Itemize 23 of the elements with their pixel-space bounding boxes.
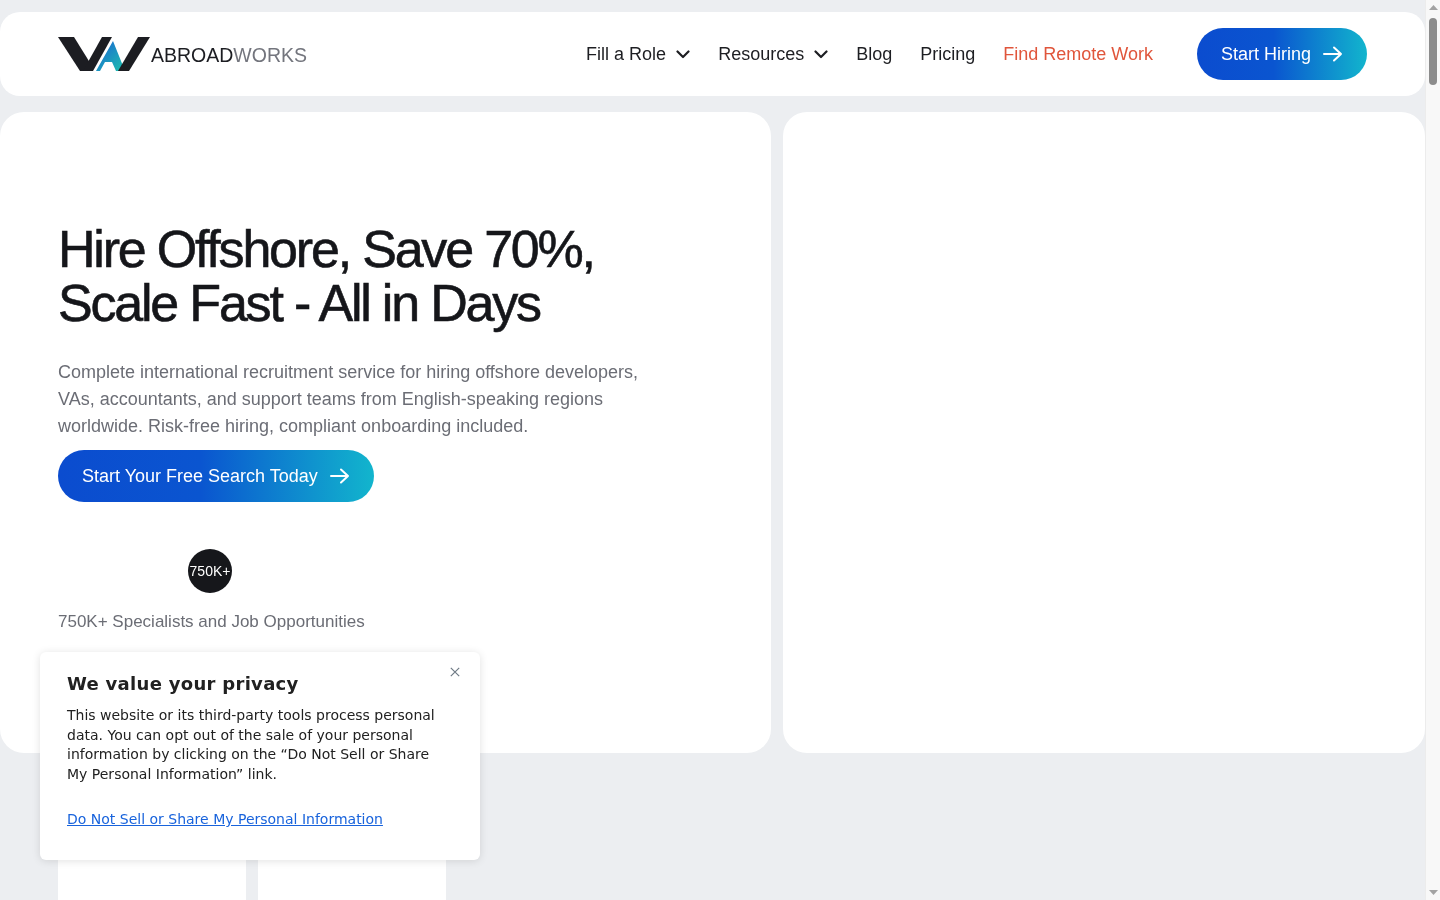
- hero-heading: Hire Offshore, Save 70%, Scale Fast - All in Days: [58, 222, 595, 330]
- cookie-title: We value your privacy: [67, 672, 300, 696]
- scroll-up-icon[interactable]: [1428, 5, 1438, 10]
- scrollbar-thumb[interactable]: [1429, 18, 1437, 85]
- arrow-right-icon: [1323, 46, 1343, 62]
- do-not-sell-link[interactable]: Do Not Sell or Share My Personal Information: [67, 810, 383, 829]
- hero-description: Complete international recruitment service for hiring offshore developers, VAs, accountants, and support teams from English-speaking regions worldwide. Risk-free hiring, compliant onboarding included.: [58, 361, 639, 438]
- nav-link[interactable]: Resources: [718, 43, 829, 65]
- count-badge: 750K+: [188, 549, 232, 593]
- logo-icon: [58, 36, 150, 72]
- arrow-right-icon: [329, 468, 350, 484]
- nav-link[interactable]: Fill a Role: [586, 43, 691, 65]
- nav-link[interactable]: Blog: [856, 43, 893, 65]
- start-hiring-button[interactable]: Start Hiring: [1196, 28, 1367, 80]
- free-search-button[interactable]: Start Your Free Search Today: [58, 450, 374, 502]
- scroll-down-icon[interactable]: [1428, 890, 1438, 895]
- close-icon: [450, 667, 460, 677]
- nav-link[interactable]: Pricing: [920, 43, 976, 65]
- logo-wordmark: ABROAD: [151, 44, 234, 66]
- logo-wordmark-suffix: WORKS: [233, 44, 308, 66]
- cookie-text: This website or its third-party tools process personal data. You can opt out of the sale of your personal information by clicking on the “Do Not Sell or Share My Personal Information” link.: [67, 706, 436, 784]
- nav-link[interactable]: Find Remote Work: [1003, 43, 1153, 65]
- stat-caption: 750K+ Specialists and Job Opportunities: [58, 611, 366, 633]
